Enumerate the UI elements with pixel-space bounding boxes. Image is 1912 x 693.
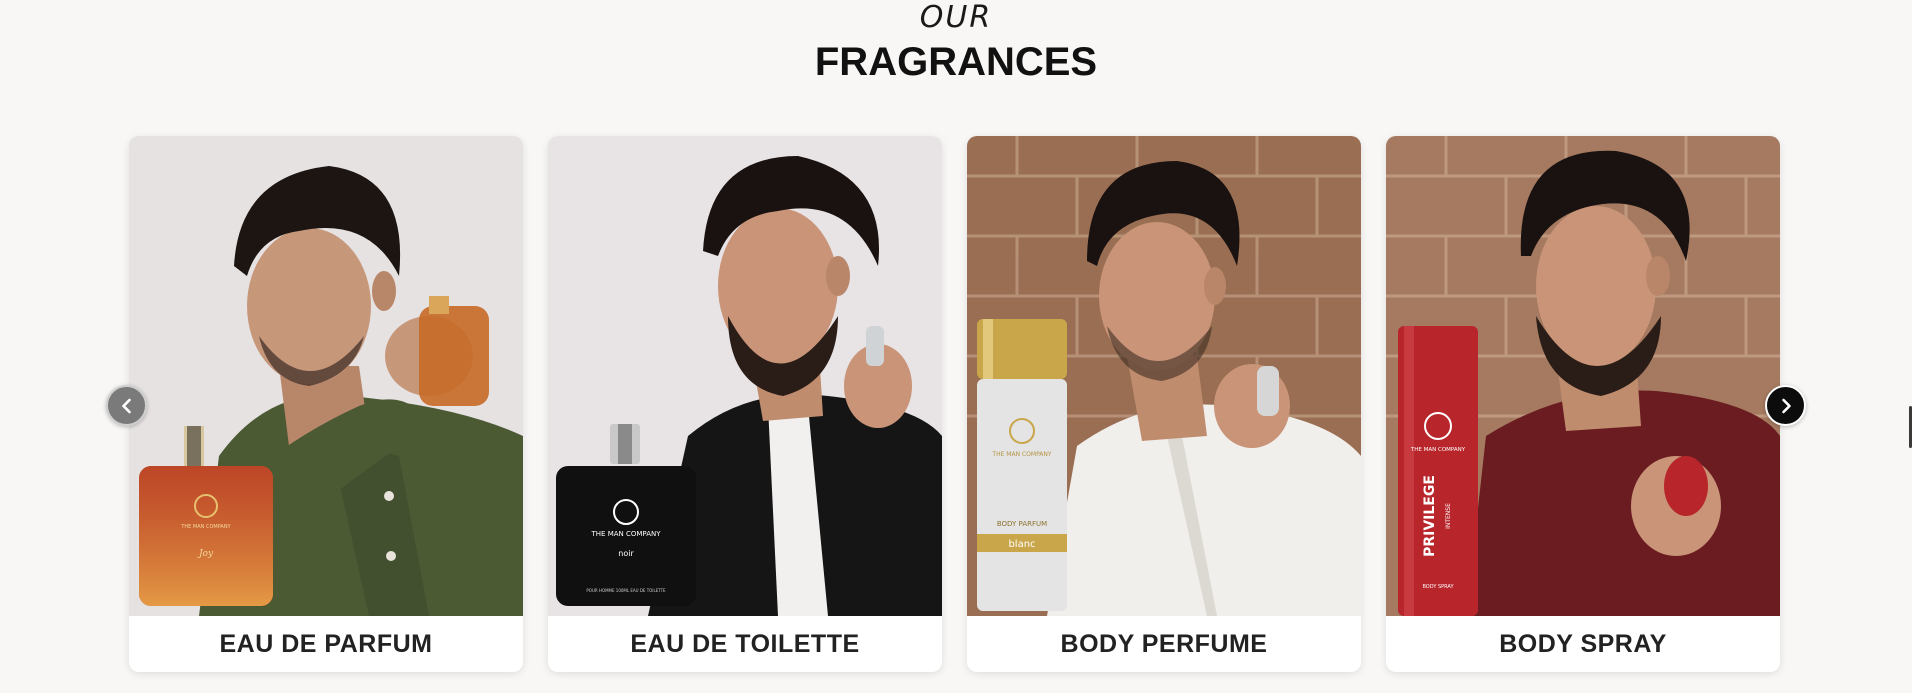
product-card-eau-de-toilette[interactable]: THE MAN COMPANY noir POUR HOMME 100ML EA… (548, 136, 942, 672)
bottle-name-text: noir (618, 549, 634, 558)
bottle-brand-text: THE MAN COMPANY (991, 451, 1051, 458)
section-title: FRAGRANCES (814, 40, 1098, 84)
carousel-prev-button[interactable] (106, 385, 147, 426)
bottle-type-text: BODY SPRAY (1422, 584, 1454, 590)
product-carousel: THE MAN COMPANY Joy EAU DE PARFUM THE MA… (129, 136, 1780, 672)
product-card-body-spray[interactable]: THE MAN COMPANY PRIVILEGE INTENSE BODY S… (1386, 136, 1780, 672)
bottle-brand-text: THE MAN COMPANY (180, 524, 231, 530)
section-eyebrow: OUR (919, 0, 993, 35)
product-card-body-perfume[interactable]: THE MAN COMPANY BODY PARFUM blanc BODY P… (967, 136, 1361, 672)
carousel-next-button[interactable] (1765, 385, 1806, 426)
product-label[interactable]: EAU DE TOILETTE (548, 616, 942, 672)
section-heading: OUR FRAGRANCES (0, 0, 1912, 86)
chevron-left-icon (121, 398, 131, 413)
product-photo: THE MAN COMPANY Joy (129, 136, 523, 616)
chevron-right-icon (1781, 398, 1791, 413)
product-image: THE MAN COMPANY noir POUR HOMME 100ML EA… (548, 136, 942, 616)
bottle-footer-text: POUR HOMME 100ML EAU DE TOILETTE (586, 588, 666, 593)
bottle-type-text: BODY PARFUM (997, 520, 1047, 528)
bottle-name-text: blanc (1008, 539, 1035, 550)
product-photo: THE MAN COMPANY PRIVILEGE INTENSE BODY S… (1386, 136, 1780, 616)
product-image: THE MAN COMPANY PRIVILEGE INTENSE BODY S… (1386, 136, 1780, 616)
product-label[interactable]: EAU DE PARFUM (129, 616, 523, 672)
product-image: THE MAN COMPANY BODY PARFUM blanc (967, 136, 1361, 616)
bottle-sub-text: INTENSE (1445, 503, 1452, 529)
product-label[interactable]: BODY SPRAY (1386, 616, 1780, 672)
product-label[interactable]: BODY PERFUME (967, 616, 1361, 672)
fragrances-page: OUR FRAGRANCES THE MAN COMPANY Joy EAU D… (0, 0, 1912, 693)
product-card-eau-de-parfum[interactable]: THE MAN COMPANY Joy EAU DE PARFUM (129, 136, 523, 672)
bottle-brand-text: THE MAN COMPANY (591, 530, 662, 538)
product-photo: THE MAN COMPANY BODY PARFUM blanc (967, 136, 1361, 616)
bottle-name-text: PRIVILEGE (1422, 475, 1438, 557)
product-photo: THE MAN COMPANY noir POUR HOMME 100ML EA… (548, 136, 942, 616)
product-image: THE MAN COMPANY Joy (129, 136, 523, 616)
bottle-name-text: Joy (197, 549, 214, 559)
bottle-brand-text: THE MAN COMPANY (1410, 447, 1466, 453)
